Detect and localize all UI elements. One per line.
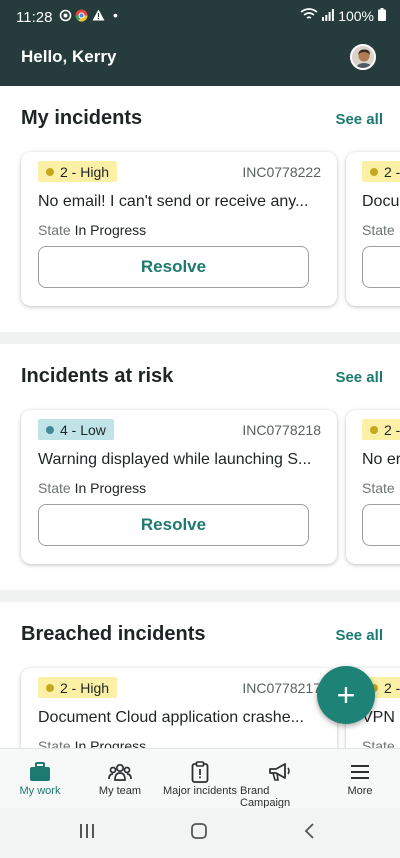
nav-label: More bbox=[347, 785, 373, 797]
recent-apps-icon[interactable] bbox=[78, 822, 96, 845]
battery-icon bbox=[378, 8, 386, 24]
see-all-link[interactable]: See all bbox=[335, 111, 383, 128]
megaphone-icon bbox=[268, 759, 292, 785]
priority-dot bbox=[46, 425, 54, 434]
incident-number: INC0778218 bbox=[242, 422, 321, 438]
clipboard-alert-icon bbox=[191, 759, 209, 785]
incident-description: No email! I can't send or receive any... bbox=[38, 193, 309, 210]
see-all-link[interactable]: See all bbox=[335, 627, 383, 644]
priority-badge: 2 - bbox=[362, 161, 400, 182]
state-label: State bbox=[38, 222, 71, 238]
state-label: State bbox=[362, 738, 395, 748]
team-icon bbox=[108, 759, 132, 785]
status-time: 11:28 bbox=[16, 9, 53, 26]
priority-badge: 2 - High bbox=[38, 677, 118, 698]
greeting: Hello, Kerry bbox=[21, 47, 117, 66]
incidents-at-risk-section: Incidents at risk See all 4 - Low INC077… bbox=[0, 344, 400, 590]
priority-dot bbox=[46, 167, 54, 176]
status-right: 100% bbox=[300, 8, 386, 24]
plus-icon: + bbox=[336, 676, 356, 713]
state-label: State bbox=[38, 738, 71, 748]
signal-icon bbox=[322, 8, 335, 24]
priority-label: 4 - Low bbox=[60, 421, 106, 438]
section-title: My incidents bbox=[21, 107, 143, 129]
state-label: State bbox=[38, 480, 71, 496]
incident-state: State In Progress bbox=[38, 480, 146, 496]
resolve-button[interactable]: Resolve bbox=[38, 246, 309, 288]
dot-icon: • bbox=[113, 7, 118, 23]
chrome-icon bbox=[75, 9, 88, 25]
resolve-button[interactable]: Resolve bbox=[38, 504, 309, 546]
briefcase-icon bbox=[29, 759, 51, 785]
priority-dot bbox=[370, 167, 378, 176]
incident-card-peek[interactable]: 2 - Docu State bbox=[346, 152, 400, 306]
priority-label: 2 - High bbox=[60, 679, 110, 696]
incident-number: INC0778222 bbox=[242, 164, 321, 180]
incident-card-peek[interactable]: 2 - No er State bbox=[346, 410, 400, 564]
system-nav-bar bbox=[0, 808, 400, 858]
incident-card[interactable]: 4 - Low INC0778218 Warning displayed whi… bbox=[21, 410, 337, 564]
app-header: 11:28 • 100% Hello, Kerry bbox=[0, 0, 400, 86]
incident-card[interactable]: 2 - High INC0778222 No email! I can't se… bbox=[21, 152, 337, 306]
priority-label: 2 - bbox=[384, 421, 400, 438]
state-value: In Progress bbox=[74, 222, 147, 238]
priority-label: 2 - bbox=[384, 679, 400, 696]
resolve-button[interactable] bbox=[362, 504, 400, 546]
nav-label: My work bbox=[19, 785, 61, 797]
wifi-icon bbox=[300, 8, 318, 24]
nav-label: Brand Campaign bbox=[240, 785, 291, 809]
nav-label: Major incidents bbox=[163, 785, 237, 797]
bottom-nav: My work My team Major incidents Brand Ca… bbox=[0, 748, 400, 809]
priority-label: 2 - bbox=[384, 163, 400, 180]
nav-label: My team bbox=[98, 785, 142, 797]
incident-description: Docu bbox=[362, 193, 400, 210]
warning-icon bbox=[92, 9, 105, 24]
priority-dot bbox=[370, 425, 378, 434]
incident-description: No er bbox=[362, 451, 400, 468]
incident-description: Warning displayed while launching S... bbox=[38, 451, 312, 468]
priority-dot bbox=[46, 683, 54, 692]
nav-more[interactable]: More bbox=[340, 759, 380, 797]
home-icon[interactable] bbox=[190, 822, 208, 845]
incident-state: State In Progress bbox=[38, 222, 146, 238]
nav-major-incidents[interactable]: Major incidents bbox=[160, 759, 240, 797]
status-bar: 11:28 • 100% bbox=[0, 0, 400, 34]
see-all-link[interactable]: See all bbox=[335, 369, 383, 386]
menu-icon bbox=[350, 759, 370, 785]
incident-number: INC0778217 bbox=[242, 680, 321, 696]
battery-level: 100% bbox=[338, 8, 374, 24]
my-incidents-section: My incidents See all 2 - High INC0778222… bbox=[0, 86, 400, 332]
state-label: State bbox=[362, 222, 395, 238]
incident-description: Document Cloud application crashe... bbox=[38, 709, 304, 726]
state-label: State bbox=[362, 480, 395, 496]
incident-state: State In Progress bbox=[38, 738, 146, 748]
priority-label: 2 - High bbox=[60, 163, 110, 180]
priority-badge: 2 - High bbox=[38, 161, 118, 182]
incident-card[interactable]: 2 - High INC0778217 Document Cloud appli… bbox=[21, 668, 337, 748]
nav-my-team[interactable]: My team bbox=[97, 759, 143, 797]
priority-badge: 2 - bbox=[362, 419, 400, 440]
back-icon[interactable] bbox=[302, 822, 316, 845]
state-value: In Progress bbox=[74, 480, 147, 496]
nav-my-work[interactable]: My work bbox=[18, 759, 62, 797]
create-fab[interactable]: + bbox=[317, 666, 375, 724]
state-value: In Progress bbox=[74, 738, 147, 748]
nav-brand-campaign[interactable]: Brand Campaign bbox=[240, 759, 320, 809]
section-title: Incidents at risk bbox=[21, 365, 174, 387]
notification-icon bbox=[59, 9, 72, 25]
section-title: Breached incidents bbox=[21, 623, 206, 645]
avatar[interactable] bbox=[350, 44, 376, 70]
priority-badge: 4 - Low bbox=[38, 419, 114, 440]
resolve-button[interactable] bbox=[362, 246, 400, 288]
